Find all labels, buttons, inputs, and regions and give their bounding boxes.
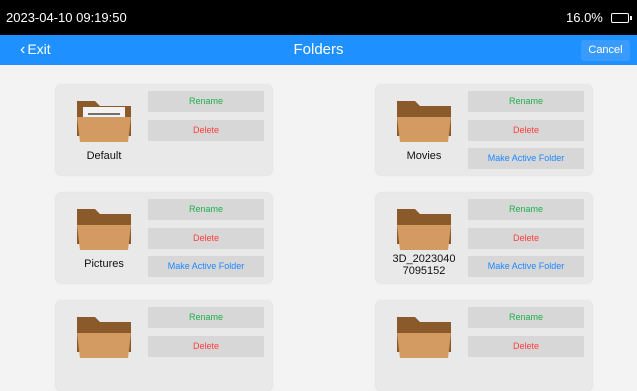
delete-button[interactable]: Delete (148, 228, 264, 249)
folder-name: Pictures (84, 258, 124, 270)
folder-open-icon (77, 101, 131, 142)
delete-button[interactable]: Delete (468, 228, 584, 249)
rename-button[interactable]: Rename (468, 199, 584, 220)
rename-button[interactable]: Rename (148, 199, 264, 220)
folder-name: 3D_2023040 7095152 (392, 253, 456, 277)
status-bar: 2023-04-10 09:19:50 16.0% (0, 0, 637, 35)
folder-icon (77, 209, 131, 250)
make-active-folder-button[interactable]: Make Active Folder (468, 256, 584, 277)
folder-card-pictures: Pictures Rename Delete Make Active Folde… (56, 193, 272, 283)
folder-card-default: Default Rename Delete (56, 85, 272, 175)
delete-button[interactable]: Delete (148, 120, 264, 141)
make-active-folder-button[interactable]: Make Active Folder (148, 256, 264, 277)
folder-name: Movies (406, 150, 442, 162)
battery-percent: 16.0% (566, 10, 603, 25)
rename-button[interactable]: Rename (148, 91, 264, 112)
rename-button[interactable]: Rename (148, 307, 264, 328)
folder-card-3d: 3D_2023040 7095152 Rename Delete Make Ac… (376, 193, 592, 283)
folder-icon (397, 101, 451, 142)
rename-button[interactable]: Rename (468, 307, 584, 328)
page-title: Folders (293, 41, 344, 58)
folder-card: Rename Delete (376, 301, 592, 391)
make-active-folder-button[interactable]: Make Active Folder (468, 148, 584, 169)
rename-button[interactable]: Rename (468, 91, 584, 112)
folder-name: Default (86, 150, 122, 162)
status-time: 2023-04-10 09:19:50 (6, 10, 127, 25)
folder-card: Rename Delete (56, 301, 272, 391)
folder-icon (77, 317, 131, 358)
nav-bar: ‹ Exit Folders Cancel (0, 35, 637, 65)
folder-card-movies: Movies Rename Delete Make Active Folder (376, 85, 592, 175)
battery-icon (611, 13, 632, 23)
delete-button[interactable]: Delete (148, 336, 264, 357)
folder-icon (397, 209, 451, 250)
folder-icon (397, 317, 451, 358)
cancel-button[interactable]: Cancel (581, 40, 630, 61)
delete-button[interactable]: Delete (468, 336, 584, 357)
delete-button[interactable]: Delete (468, 120, 584, 141)
